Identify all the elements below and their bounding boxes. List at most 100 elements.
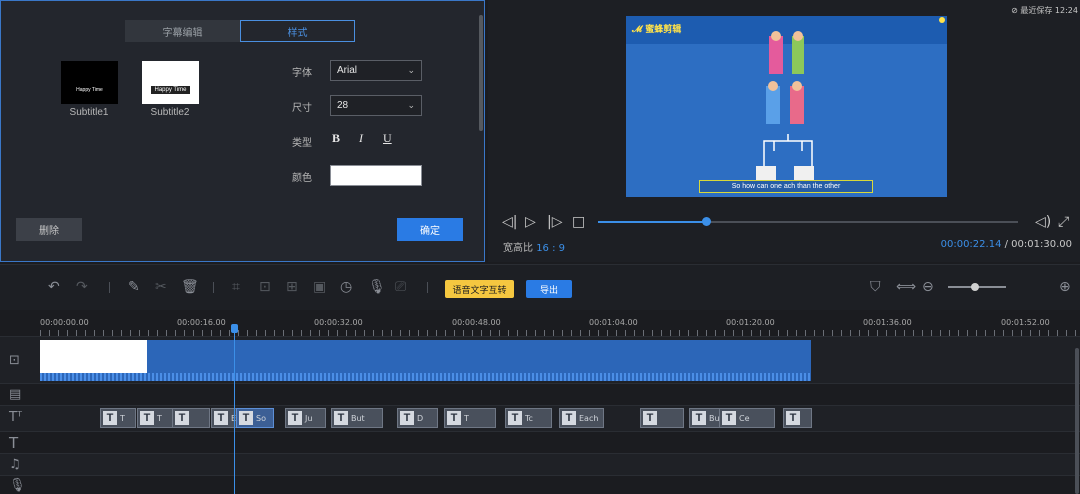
ruler-label: 00:01:36.00 — [863, 318, 912, 327]
voice-track-icon: 🎙 — [9, 478, 26, 493]
preview-subtitle[interactable]: So how can one ach than the other — [699, 180, 873, 193]
text-clip-icon: T — [508, 411, 522, 425]
subtitle-clip-text: But — [351, 413, 365, 423]
text-clip-icon: T — [692, 411, 706, 425]
ruler-label: 00:01:20.00 — [726, 318, 775, 327]
subtitle-clip-text: T — [120, 413, 125, 423]
size-label: 尺寸 — [292, 103, 312, 114]
autosave-text: 最近保存 12:24 — [1020, 6, 1078, 15]
bold-button[interactable]: B — [332, 131, 340, 146]
type-label: 类型 — [292, 138, 312, 149]
text-clip-icon: T — [643, 411, 657, 425]
subtitle-clip[interactable]: TT — [100, 408, 136, 428]
color-label: 颜色 — [292, 173, 312, 184]
subtitle-clip[interactable]: T Tc — [505, 408, 552, 428]
timeline-scrollbar[interactable] — [1075, 348, 1079, 494]
size-select[interactable]: 28 ⌄ — [330, 95, 422, 116]
freeze-frame-icon[interactable]: ⊡ — [259, 279, 271, 295]
underline-button[interactable]: U — [383, 131, 392, 146]
subtitle-clip[interactable]: TT — [137, 408, 174, 428]
confirm-button[interactable]: 确定 — [397, 218, 463, 241]
subtitle-clip-text: So — [256, 413, 266, 423]
text-clip-icon: T — [562, 411, 576, 425]
video-track-icon: ⊡ — [9, 353, 20, 368]
font-label: 字体 — [292, 68, 312, 79]
subtitle-clip[interactable]: T But — [331, 408, 383, 428]
microphone-icon[interactable]: 🎙 — [368, 279, 386, 295]
ruler-label: 00:00:16.00 — [177, 318, 226, 327]
voice-track: 🎙 — [0, 475, 1080, 494]
play-icon[interactable]: ▷ — [525, 214, 536, 230]
template-subtitle2[interactable]: Happy Time — [142, 61, 199, 104]
template-caption: Subtitle2 — [150, 107, 190, 118]
subtitle-clip[interactable]: T Ce — [719, 408, 775, 428]
text-track-icon: T — [9, 434, 19, 452]
zoom-out-icon[interactable]: ⊖ — [922, 279, 934, 295]
redo-icon[interactable]: ↷ — [76, 279, 88, 295]
italic-button[interactable]: I — [359, 131, 363, 146]
font-value: Arial — [337, 65, 358, 76]
subtitle-clip-text: Each — [579, 413, 599, 423]
fullscreen-icon[interactable]: ⤢ — [1058, 214, 1069, 230]
cut-icon[interactable]: ✂ — [155, 279, 167, 295]
speed-icon[interactable]: ◷ — [340, 279, 352, 295]
video-preview[interactable]: 𝓜 蜜蜂剪辑 So how can one ach than the other — [626, 16, 947, 197]
pip-track: ▤ — [0, 383, 1080, 405]
time-display: 00:00:22.14 / 00:01:30.00 — [941, 239, 1072, 250]
playback-progress-handle[interactable] — [702, 217, 711, 226]
aspect-ratio-label: 宽高比 — [503, 243, 533, 254]
toolbar-divider — [427, 282, 428, 293]
template-subtitle1[interactable]: Happy Time — [61, 61, 118, 104]
subtitle-clip[interactable]: T So — [236, 408, 274, 428]
crop-icon[interactable]: ⌗ — [232, 279, 240, 295]
subtitle-clip[interactable]: T — [640, 408, 684, 428]
text-clip-icon: T — [447, 411, 461, 425]
text-clip-icon: T — [214, 411, 228, 425]
ruler-label: 00:01:04.00 — [589, 318, 638, 327]
undo-icon[interactable]: ↶ — [48, 279, 60, 295]
edit-icon[interactable]: ✎ — [128, 279, 140, 295]
zoom-in-icon[interactable]: ⊕ — [1059, 279, 1071, 295]
subtitle-clip[interactable]: T Each — [559, 408, 604, 428]
video-clip[interactable]: 是谁会首先是谁吗.mp4 — [40, 340, 811, 381]
delete-icon[interactable]: 🗑 — [181, 279, 199, 295]
color-picker[interactable] — [330, 165, 422, 186]
export-button[interactable]: 导出 — [526, 280, 572, 298]
video-clip-name: 是谁会首先是谁吗.mp4 — [42, 354, 145, 365]
mosaic-icon[interactable]: ▣ — [313, 279, 326, 295]
subtitle-clip[interactable]: TT — [444, 408, 496, 428]
subtitle-clip-text: T — [464, 413, 469, 423]
aspect-ratio-value[interactable]: 16 : 9 — [536, 243, 565, 254]
pip-track-icon: ▤ — [9, 387, 22, 402]
text-clip-icon: T — [175, 411, 189, 425]
template-caption: Subtitle1 — [69, 107, 109, 118]
text-clip-icon: T — [722, 411, 736, 425]
delete-button[interactable]: 删除 — [16, 218, 82, 241]
panel-scrollbar[interactable] — [479, 15, 483, 131]
ruler-label: 00:00:48.00 — [452, 318, 501, 327]
screen-record-icon[interactable]: ⎚ — [395, 279, 406, 295]
chevron-down-icon: ⌄ — [407, 65, 415, 75]
autosave-status: ⊘ 最近保存 12:24 — [1011, 5, 1078, 16]
split-icon[interactable]: ⊞ — [286, 279, 298, 295]
stop-icon[interactable]: □ — [572, 214, 585, 230]
previous-frame-icon[interactable]: ◁| — [502, 214, 517, 230]
marker-icon[interactable]: ⛉ — [870, 279, 881, 295]
subtitle-clip[interactable]: T Ju — [285, 408, 326, 428]
text-clip-icon: T — [239, 411, 253, 425]
next-frame-icon[interactable]: |▷ — [547, 214, 562, 230]
fit-timeline-icon[interactable]: ⟺ — [896, 279, 916, 295]
subtitle-clip[interactable]: TD — [397, 408, 438, 428]
text-track: T — [0, 431, 1080, 453]
font-select[interactable]: Arial ⌄ — [330, 60, 422, 81]
zoom-slider-handle[interactable] — [971, 283, 979, 291]
volume-icon[interactable]: ◁) — [1035, 214, 1051, 230]
speech-to-text-button[interactable]: 语音文字互转 — [445, 280, 514, 298]
tab-style[interactable]: 样式 — [240, 20, 355, 42]
tab-subtitle-edit[interactable]: 字幕编辑 — [125, 20, 240, 42]
subtitle-clip-text: T — [157, 413, 162, 423]
editor-tabs: 字幕编辑 样式 — [125, 20, 355, 42]
subtitle-clip[interactable]: T — [783, 408, 812, 428]
playhead-handle[interactable] — [231, 324, 238, 333]
subtitle-clip[interactable]: T — [172, 408, 210, 428]
